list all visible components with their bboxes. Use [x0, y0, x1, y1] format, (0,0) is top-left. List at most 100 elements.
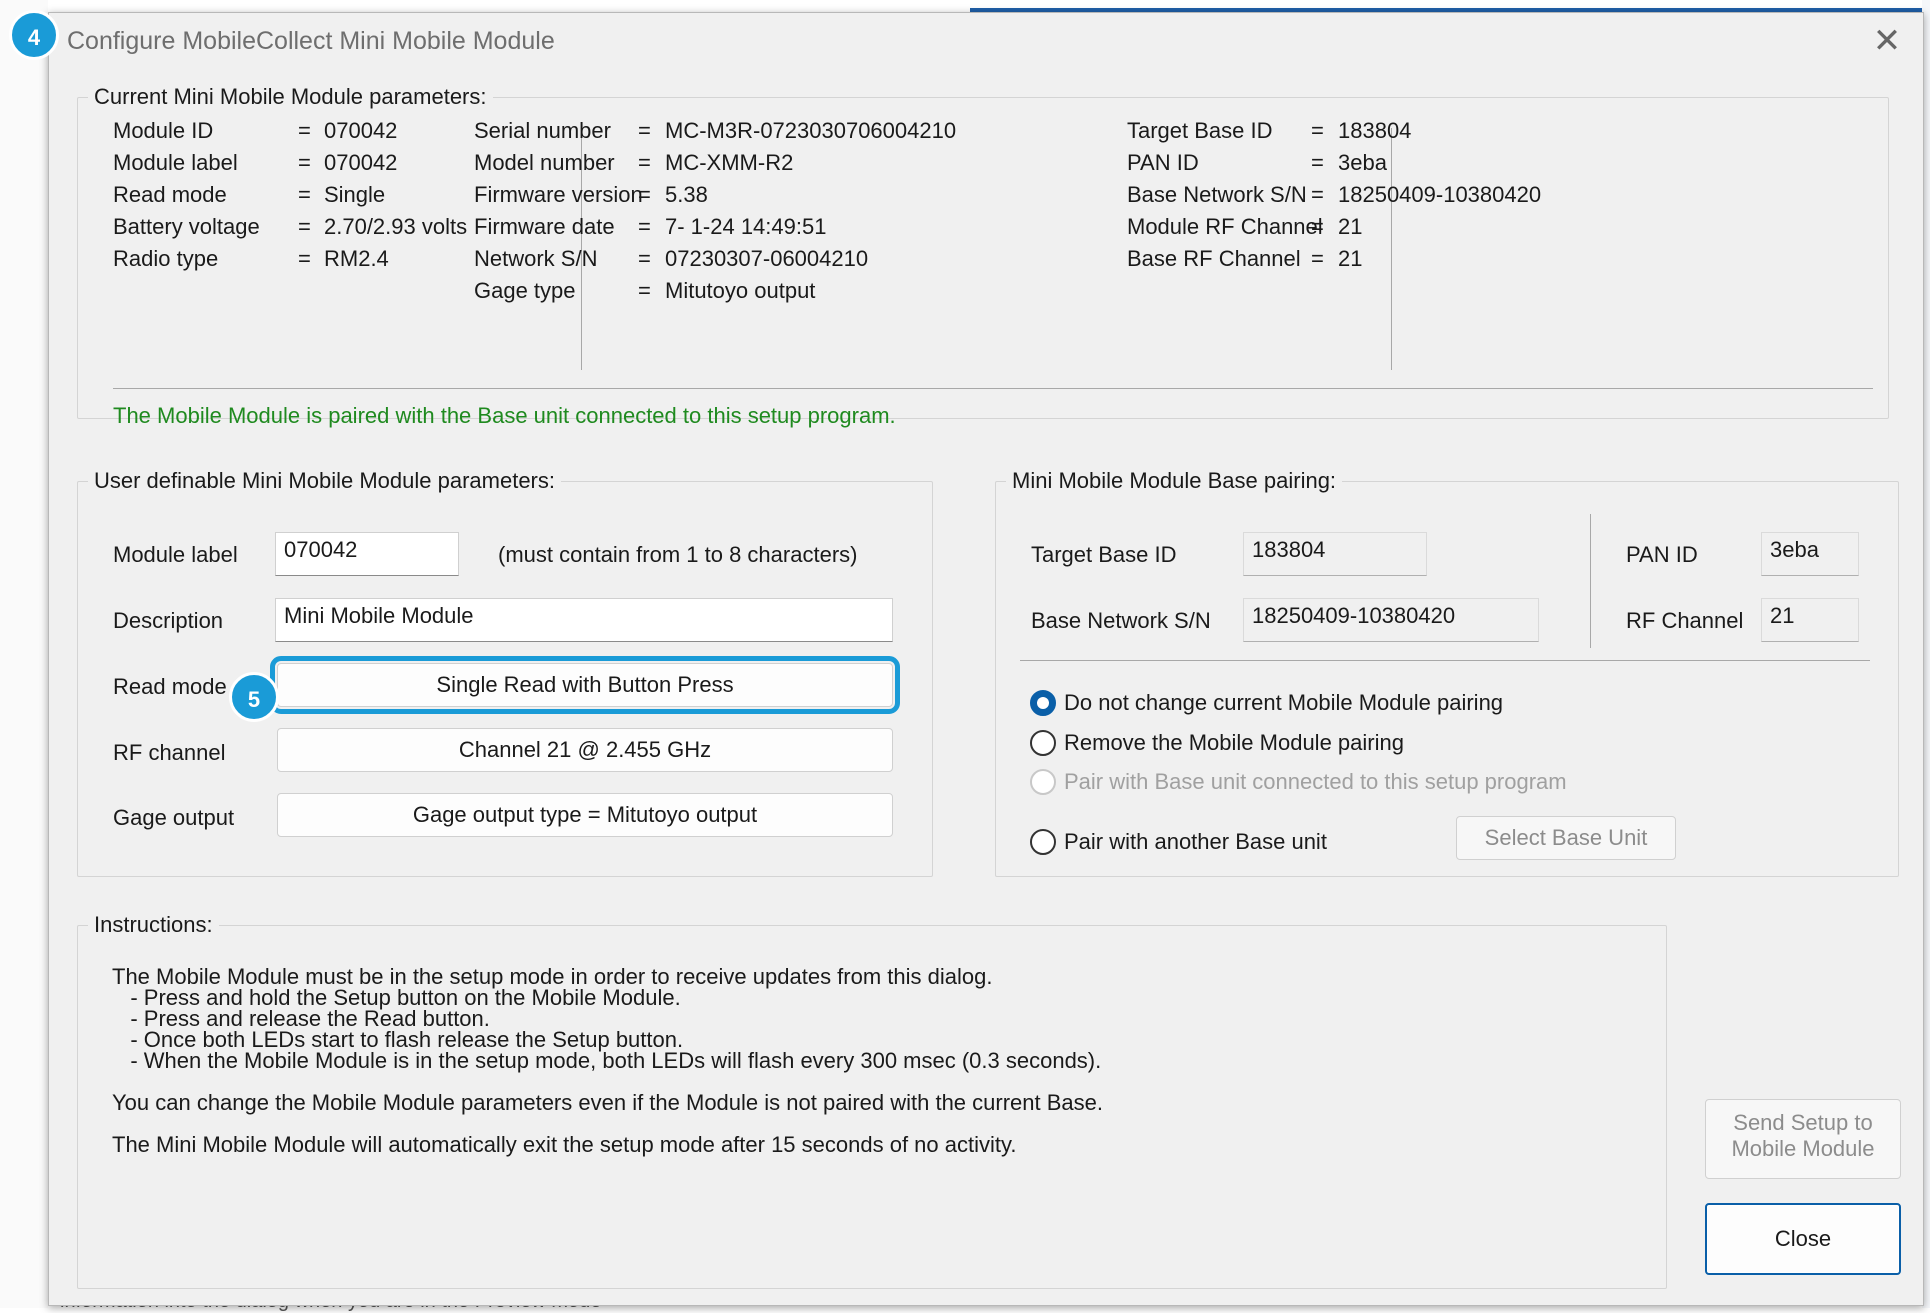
- current-param-eq: =: [298, 118, 311, 143]
- current-param-value: RM2.4: [324, 246, 389, 271]
- send-setup-line2: Mobile Module: [1731, 1136, 1875, 1161]
- current-param-label: Network S/N: [474, 246, 598, 271]
- current-param-value: Mitutoyo output: [665, 278, 816, 303]
- current-param-eq: =: [1311, 150, 1324, 175]
- rf-channel-pairing-field: 21: [1761, 598, 1859, 642]
- current-param-value: 5.38: [665, 182, 708, 207]
- current-param-value: 070042: [324, 150, 398, 175]
- rf-channel-button[interactable]: Channel 21 @ 2.455 GHz: [277, 728, 893, 772]
- current-param-label: Gage type: [474, 278, 576, 303]
- current-param-label: Battery voltage: [113, 214, 260, 239]
- current-param-value: 7- 1-24 14:49:51: [665, 214, 827, 239]
- description-input[interactable]: Mini Mobile Module: [275, 598, 893, 642]
- gage-output-button[interactable]: Gage output type = Mitutoyo output: [277, 793, 893, 837]
- current-param-eq: =: [298, 214, 311, 239]
- title-bar[interactable]: Configure MobileCollect Mini Mobile Modu…: [49, 13, 1923, 71]
- current-param-value: 183804: [1338, 118, 1412, 143]
- current-parameters-group: Current Mini Mobile Module parameters: M…: [77, 84, 1889, 428]
- current-param-label: Serial number: [474, 118, 611, 143]
- current-param-eq: =: [298, 150, 311, 175]
- close-button[interactable]: Close: [1705, 1203, 1901, 1275]
- pairing-status-message: The Mobile Module is paired with the Bas…: [113, 403, 896, 428]
- radio-pair-another-base[interactable]: [1030, 829, 1056, 855]
- read-mode-button[interactable]: Single Read with Button Press: [270, 656, 900, 714]
- module-label-hint: (must contain from 1 to 8 characters): [498, 542, 858, 567]
- read-mode-label: Read mode: [113, 674, 227, 699]
- current-param-label: Base Network S/N: [1127, 182, 1307, 207]
- select-base-unit-button: Select Base Unit: [1456, 816, 1676, 860]
- current-param-value: 3eba: [1338, 150, 1387, 175]
- current-param-value: MC-M3R-0723030706004210: [665, 118, 957, 143]
- current-param-label: Module label: [113, 150, 238, 175]
- current-param-value: 070042: [324, 118, 398, 143]
- current-param-eq: =: [638, 246, 651, 271]
- instructions-text: The Mobile Module must be in the setup m…: [112, 964, 1103, 1157]
- gage-output-label: Gage output: [113, 805, 235, 830]
- current-param-label: Module ID: [113, 118, 214, 143]
- current-param-label: Model number: [474, 150, 615, 175]
- current-param-eq: =: [638, 150, 651, 175]
- separator: [1590, 514, 1591, 648]
- current-param-label: PAN ID: [1127, 150, 1199, 175]
- current-param-eq: =: [298, 182, 311, 207]
- current-param-eq: =: [638, 214, 651, 239]
- module-label-label: Module label: [113, 542, 238, 567]
- current-param-value: 2.70/2.93 volts: [324, 214, 468, 239]
- target-base-id-field: 183804: [1243, 532, 1427, 576]
- current-param-eq: =: [638, 278, 651, 303]
- current-param-label: Target Base ID: [1127, 118, 1273, 143]
- current-param-eq: =: [298, 246, 311, 271]
- current-param-label: Radio type: [113, 246, 219, 271]
- radio-remove-pairing-label[interactable]: Remove the Mobile Module pairing: [1064, 730, 1404, 756]
- rf-channel-label: RF channel: [113, 740, 226, 765]
- separator: [1020, 660, 1870, 661]
- current-param-label: Base RF Channel: [1127, 246, 1301, 271]
- pan-id-field: 3eba: [1761, 532, 1859, 576]
- radio-no-change[interactable]: [1030, 690, 1056, 716]
- radio-pair-another-base-label[interactable]: Pair with another Base unit: [1064, 829, 1327, 855]
- close-icon[interactable]: ✕: [1869, 23, 1905, 59]
- current-param-value: Single: [324, 182, 386, 207]
- current-param-eq: =: [638, 118, 651, 143]
- separator: [113, 388, 1873, 389]
- instructions-group: Instructions: The Mobile Module must be …: [77, 912, 1667, 1289]
- current-param-value: 21: [1338, 246, 1363, 271]
- radio-pair-connected-base: [1030, 769, 1056, 795]
- module-label-input[interactable]: 070042: [275, 532, 459, 576]
- dialog-title: Configure MobileCollect Mini Mobile Modu…: [67, 27, 555, 55]
- step-badge-4: 4: [9, 10, 59, 60]
- current-param-label: Module RF Channel: [1127, 214, 1323, 239]
- base-pairing-group: Mini Mobile Module Base pairing: Target …: [995, 468, 1899, 877]
- send-setup-button: Send Setup to Mobile Module: [1705, 1099, 1901, 1179]
- current-param-value: MC-XMM-R2: [665, 150, 794, 175]
- base-network-sn-field: 18250409-10380420: [1243, 598, 1539, 642]
- current-param-label: Firmware date: [474, 214, 615, 239]
- rf-channel-pairing-label: RF Channel: [1626, 608, 1744, 633]
- background-app-left: [0, 0, 48, 1308]
- current-param-value: 18250409-10380420: [1338, 182, 1542, 207]
- description-label: Description: [113, 608, 224, 633]
- radio-pair-connected-base-label: Pair with Base unit connected to this se…: [1064, 769, 1567, 794]
- send-setup-line1: Send Setup to: [1733, 1110, 1873, 1135]
- current-param-eq: =: [1311, 214, 1324, 239]
- user-parameters-title: User definable Mini Mobile Module parame…: [88, 468, 561, 494]
- base-pairing-title: Mini Mobile Module Base pairing:: [1006, 468, 1343, 494]
- current-parameters-title: Current Mini Mobile Module parameters:: [88, 84, 493, 110]
- step-badge-5: 5: [229, 672, 279, 722]
- current-param-label: Read mode: [113, 182, 227, 207]
- current-param-value: 21: [1338, 214, 1363, 239]
- base-network-sn-label: Base Network S/N: [1031, 608, 1211, 633]
- configure-dialog: Configure MobileCollect Mini Mobile Modu…: [48, 12, 1924, 1306]
- current-param-label: Firmware version: [474, 182, 643, 207]
- target-base-id-label: Target Base ID: [1031, 542, 1177, 567]
- instructions-title: Instructions:: [88, 912, 219, 938]
- current-param-eq: =: [1311, 118, 1324, 143]
- user-parameters-group: User definable Mini Mobile Module parame…: [77, 468, 933, 877]
- radio-no-change-label[interactable]: Do not change current Mobile Module pair…: [1064, 690, 1503, 716]
- radio-remove-pairing[interactable]: [1030, 730, 1056, 756]
- current-param-value: 07230307-06004210: [665, 246, 869, 271]
- pan-id-label: PAN ID: [1626, 542, 1698, 567]
- separator: [1391, 128, 1392, 370]
- current-param-eq: =: [638, 182, 651, 207]
- current-param-eq: =: [1311, 246, 1324, 271]
